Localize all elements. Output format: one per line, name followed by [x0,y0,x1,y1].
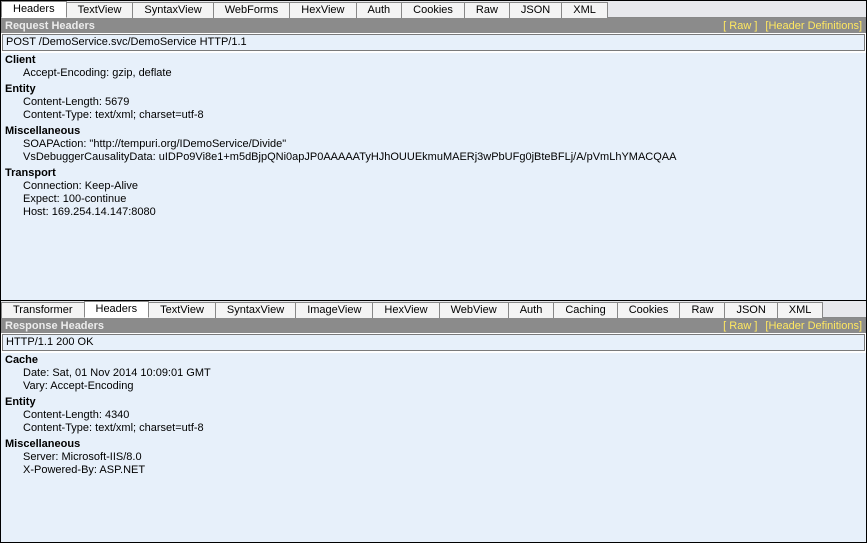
header-line[interactable]: Vary: Accept-Encoding [23,380,866,393]
tab-webview[interactable]: WebView [439,302,509,318]
tab-headers[interactable]: Headers [84,301,150,318]
tab-xml[interactable]: XML [777,302,824,318]
header-line[interactable]: Content-Length: 4340 [23,409,866,422]
header-group: EntityContent-Length: 5679Content-Type: … [5,82,866,122]
request-header-definitions-link[interactable]: [Header Definitions] [765,19,862,33]
tab-transformer[interactable]: Transformer [1,302,85,318]
request-pane: HeadersTextViewSyntaxViewWebFormsHexView… [1,1,866,301]
tab-xml[interactable]: XML [561,2,608,18]
header-group: CacheDate: Sat, 01 Nov 2014 10:09:01 GMT… [5,353,866,393]
header-line[interactable]: Connection: Keep-Alive [23,180,866,193]
header-group: ClientAccept-Encoding: gzip, deflate [5,53,866,80]
header-group: TransportConnection: Keep-AliveExpect: 1… [5,166,866,219]
header-line[interactable]: Host: 169.254.14.147:8080 [23,206,866,219]
tab-webforms[interactable]: WebForms [213,2,291,18]
header-group-title: Transport [5,166,866,180]
tab-hexview[interactable]: HexView [289,2,356,18]
header-group-title: Miscellaneous [5,124,866,138]
header-group-title: Miscellaneous [5,437,866,451]
request-section-title: Request Headers [5,19,95,33]
tab-textview[interactable]: TextView [66,2,134,18]
header-line[interactable]: SOAPAction: "http://tempuri.org/IDemoSer… [23,138,866,151]
header-line[interactable]: Content-Type: text/xml; charset=utf-8 [23,422,866,435]
response-raw-link[interactable]: [ Raw ] [723,319,757,333]
tab-textview[interactable]: TextView [148,302,216,318]
header-line[interactable]: Accept-Encoding: gzip, deflate [23,67,866,80]
header-line[interactable]: Content-Type: text/xml; charset=utf-8 [23,109,866,122]
header-line[interactable]: Server: Microsoft-IIS/8.0 [23,451,866,464]
response-section-title: Response Headers [5,319,104,333]
header-group: MiscellaneousServer: Microsoft-IIS/8.0X-… [5,437,866,477]
tab-auth[interactable]: Auth [508,302,555,318]
tab-syntaxview[interactable]: SyntaxView [132,2,213,18]
tab-json[interactable]: JSON [724,302,777,318]
tab-auth[interactable]: Auth [356,2,403,18]
tab-imageview[interactable]: ImageView [295,302,373,318]
tab-json[interactable]: JSON [509,2,562,18]
header-group: MiscellaneousSOAPAction: "http://tempuri… [5,124,866,164]
header-line[interactable]: Date: Sat, 01 Nov 2014 10:09:01 GMT [23,367,866,380]
request-section-bar: Request Headers [ Raw ] [Header Definiti… [1,18,866,33]
response-section-bar: Response Headers [ Raw ] [Header Definit… [1,318,866,333]
request-tabstrip: HeadersTextViewSyntaxViewWebFormsHexView… [1,1,866,18]
response-pane: TransformerHeadersTextViewSyntaxViewImag… [1,301,866,542]
tab-syntaxview[interactable]: SyntaxView [215,302,296,318]
request-headers-content: ClientAccept-Encoding: gzip, deflateEnti… [1,53,866,300]
header-group-title: Entity [5,395,866,409]
header-line[interactable]: Expect: 100-continue [23,193,866,206]
response-header-definitions-link[interactable]: [Header Definitions] [765,319,862,333]
response-headers-content: CacheDate: Sat, 01 Nov 2014 10:09:01 GMT… [1,353,866,542]
header-line[interactable]: Content-Length: 5679 [23,96,866,109]
header-line[interactable]: VsDebuggerCausalityData: uIDPo9Vi8e1+m5d… [23,151,866,164]
tab-raw[interactable]: Raw [464,2,510,18]
request-first-line[interactable]: POST /DemoService.svc/DemoService HTTP/1… [2,34,865,51]
tab-hexview[interactable]: HexView [372,302,439,318]
header-group-title: Client [5,53,866,67]
header-group-title: Cache [5,353,866,367]
tab-caching[interactable]: Caching [553,302,617,318]
response-tabstrip: TransformerHeadersTextViewSyntaxViewImag… [1,301,866,318]
fiddler-inspector: HeadersTextViewSyntaxViewWebFormsHexView… [0,0,867,543]
response-first-line[interactable]: HTTP/1.1 200 OK [2,334,865,351]
header-line[interactable]: X-Powered-By: ASP.NET [23,464,866,477]
tab-headers[interactable]: Headers [1,1,67,18]
tab-cookies[interactable]: Cookies [401,2,465,18]
request-raw-link[interactable]: [ Raw ] [723,19,757,33]
tab-raw[interactable]: Raw [679,302,725,318]
header-group: EntityContent-Length: 4340Content-Type: … [5,395,866,435]
header-group-title: Entity [5,82,866,96]
tab-cookies[interactable]: Cookies [617,302,681,318]
